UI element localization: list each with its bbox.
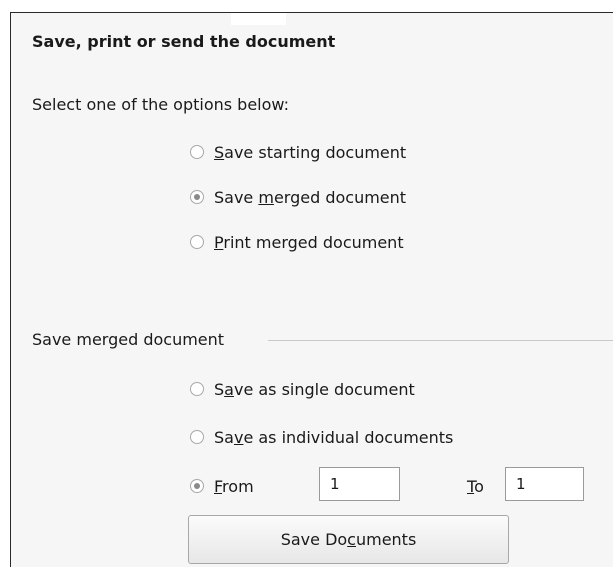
radio-label: Save as single document — [214, 379, 415, 399]
save-documents-button[interactable]: Save Do c uments — [188, 515, 509, 564]
radio-indicator[interactable] — [190, 382, 204, 396]
radio-from[interactable]: From — [190, 474, 254, 498]
radio-label: From — [214, 476, 254, 496]
to-field[interactable]: 1 — [505, 467, 584, 501]
radio-label: Print merged document — [214, 232, 404, 252]
radio-indicator[interactable] — [190, 479, 204, 493]
radio-indicator[interactable] — [190, 430, 204, 444]
radio-print-merged-document[interactable]: Print merged document — [190, 230, 404, 254]
radio-indicator[interactable] — [190, 145, 204, 159]
page-title: Save, print or send the document — [32, 32, 336, 51]
radio-save-starting-document[interactable]: Save starting document — [190, 140, 406, 164]
radio-indicator[interactable] — [190, 190, 204, 204]
instruction-text: Select one of the options below: — [32, 95, 290, 114]
from-field[interactable]: 1 — [319, 467, 400, 501]
radio-indicator[interactable] — [190, 235, 204, 249]
radio-label: Save as individual documents — [214, 427, 454, 447]
radio-label: Save starting document — [214, 142, 407, 162]
radio-save-as-individual-documents[interactable]: Save as individual documents — [190, 425, 453, 449]
section-title: Save merged document — [32, 330, 225, 349]
panel-notch — [231, 13, 286, 25]
radio-save-merged-document[interactable]: Save merged document — [190, 185, 406, 209]
radio-save-as-single-document[interactable]: Save as single document — [190, 377, 415, 401]
section-divider — [268, 340, 613, 341]
to-label: To — [467, 477, 484, 496]
radio-label: Save merged document — [214, 187, 407, 207]
